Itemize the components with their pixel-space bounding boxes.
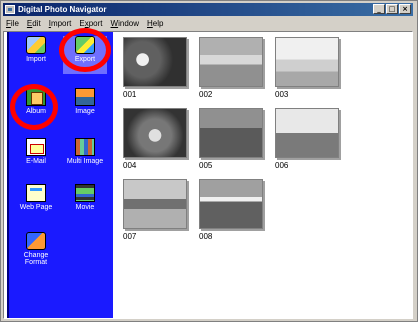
thumbnail-item[interactable]: 001 bbox=[123, 37, 193, 99]
menu-export[interactable]: Export bbox=[79, 19, 102, 28]
thumbnail-caption: 007 bbox=[123, 232, 137, 241]
minimize-button[interactable]: _ bbox=[373, 4, 385, 14]
photo-thumbnail[interactable] bbox=[199, 179, 263, 229]
thumbnail-grid: 001 002 003 004 005 006 007 008 bbox=[121, 35, 411, 315]
thumbnail-item[interactable]: 004 bbox=[123, 108, 193, 170]
thumbnail-caption: 001 bbox=[123, 90, 137, 99]
thumbnail-caption: 002 bbox=[199, 90, 213, 99]
thumbnail-item[interactable]: 005 bbox=[199, 108, 269, 170]
menu-window[interactable]: Window bbox=[111, 19, 139, 28]
sidebar-item-import[interactable]: Import bbox=[14, 36, 58, 74]
thumbnail-item[interactable]: 006 bbox=[275, 108, 345, 170]
thumbnail-item[interactable]: 002 bbox=[199, 37, 269, 99]
album-highlight-circle bbox=[10, 84, 58, 130]
photo-thumbnail[interactable] bbox=[275, 37, 339, 87]
sidebar-item-label: Web Page bbox=[19, 204, 53, 211]
main-area: Import Export Album Image E-Mail Multi I… bbox=[3, 28, 413, 319]
app-icon bbox=[5, 5, 15, 14]
photo-thumbnail[interactable] bbox=[123, 179, 187, 229]
change-format-icon bbox=[26, 232, 46, 250]
menu-edit[interactable]: Edit bbox=[27, 19, 41, 28]
sidebar-item-email[interactable]: E-Mail bbox=[14, 138, 58, 176]
thumbnail-caption: 008 bbox=[199, 232, 213, 241]
web-page-icon bbox=[26, 184, 46, 202]
thumbnail-item[interactable]: 003 bbox=[275, 37, 345, 99]
maximize-button[interactable]: □ bbox=[386, 4, 398, 14]
sidebar-item-multi-image[interactable]: Multi Image bbox=[63, 138, 107, 176]
window-controls: _ □ × bbox=[373, 4, 411, 14]
photo-thumbnail[interactable] bbox=[199, 37, 263, 87]
thumbnail-caption: 006 bbox=[275, 161, 289, 170]
sidebar-item-label: Movie bbox=[75, 204, 95, 211]
title-bar[interactable]: Digital Photo Navigator _ □ × bbox=[3, 3, 413, 16]
photo-thumbnail[interactable] bbox=[123, 108, 187, 158]
sidebar-item-image[interactable]: Image bbox=[63, 88, 107, 126]
sidebar-item-label: Change Format bbox=[23, 252, 49, 266]
photo-thumbnail[interactable] bbox=[275, 108, 339, 158]
menu-bar: File Edit Import Export Window Help bbox=[3, 17, 413, 30]
close-button[interactable]: × bbox=[399, 4, 411, 14]
export-highlight-circle bbox=[59, 28, 111, 72]
window-title: Digital Photo Navigator bbox=[18, 5, 107, 14]
multi-image-icon bbox=[75, 138, 95, 156]
sidebar-item-label: Import bbox=[26, 56, 46, 63]
thumbnail-item[interactable]: 008 bbox=[199, 179, 269, 241]
email-icon bbox=[26, 138, 46, 156]
thumbnail-caption: 005 bbox=[199, 161, 213, 170]
photo-thumbnail[interactable] bbox=[123, 37, 187, 87]
menu-import[interactable]: Import bbox=[49, 19, 72, 28]
thumbnail-item[interactable]: 007 bbox=[123, 179, 193, 241]
import-icon bbox=[26, 36, 46, 54]
menu-help[interactable]: Help bbox=[147, 19, 163, 28]
thumbnail-caption: 004 bbox=[123, 161, 137, 170]
thumbnail-caption: 003 bbox=[275, 90, 289, 99]
sidebar-item-movie[interactable]: Movie bbox=[63, 184, 107, 222]
sidebar-item-label: Multi Image bbox=[66, 158, 104, 165]
photo-thumbnail[interactable] bbox=[199, 108, 263, 158]
sidebar-item-change-format[interactable]: Change Format bbox=[14, 232, 58, 270]
app-window: Digital Photo Navigator _ □ × File Edit … bbox=[0, 0, 418, 322]
movie-icon bbox=[75, 184, 95, 202]
sidebar-item-web-page[interactable]: Web Page bbox=[14, 184, 58, 222]
sidebar-item-label: E-Mail bbox=[26, 158, 46, 165]
menu-file[interactable]: File bbox=[6, 19, 19, 28]
image-icon bbox=[75, 88, 95, 106]
sidebar-item-label: Image bbox=[75, 108, 95, 115]
function-sidebar: Import Export Album Image E-Mail Multi I… bbox=[7, 28, 113, 318]
